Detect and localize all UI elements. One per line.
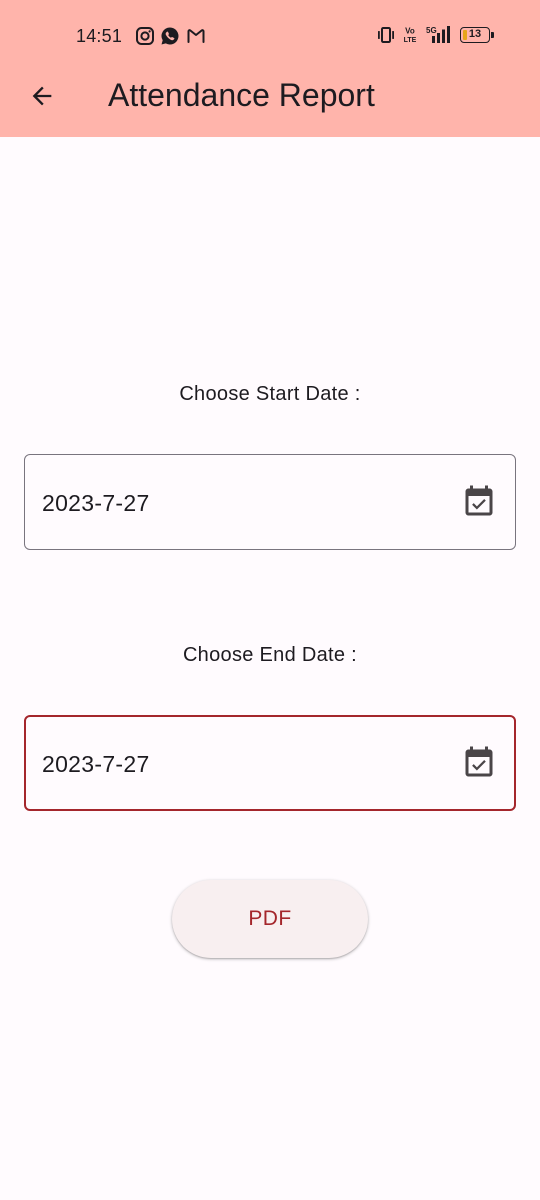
end-date-value: 2023-7-27 bbox=[42, 751, 150, 777]
end-date-field[interactable]: 2023-7-27 bbox=[24, 715, 516, 811]
volte-icon: Vo LTE bbox=[404, 27, 417, 45]
instagram-icon bbox=[136, 27, 154, 45]
battery-level: 13 bbox=[468, 28, 482, 40]
start-date-label: Choose Start Date : bbox=[179, 383, 361, 405]
svg-text:Vo: Vo bbox=[405, 27, 415, 36]
battery-tip bbox=[491, 32, 494, 38]
5g-signal-icon: 5G bbox=[426, 26, 450, 43]
end-date-label: Choose End Date : bbox=[182, 644, 358, 666]
back-button[interactable] bbox=[18, 72, 66, 120]
start-date-field[interactable]: 2023-7-27 bbox=[24, 454, 516, 550]
arrow-left-icon bbox=[32, 86, 52, 106]
status-time: 14:51 bbox=[76, 26, 123, 46]
page-title: Attendance Report bbox=[108, 77, 375, 113]
calendar-check-icon[interactable] bbox=[461, 745, 497, 781]
pdf-button[interactable]: PDF bbox=[172, 880, 368, 958]
whatsapp-icon bbox=[161, 27, 179, 45]
status-bar: 14:51 Vo LTE 5G 13 bbox=[0, 0, 540, 70]
gmail-icon bbox=[187, 29, 205, 43]
app-bar: 14:51 Vo LTE 5G 13 Attendance Report bbox=[0, 0, 540, 137]
svg-text:5G: 5G bbox=[426, 26, 437, 35]
battery-icon: 13 bbox=[460, 27, 490, 43]
svg-text:LTE: LTE bbox=[404, 37, 417, 44]
vibrate-icon bbox=[378, 27, 394, 43]
calendar-check-icon[interactable] bbox=[461, 484, 497, 520]
start-date-value: 2023-7-27 bbox=[42, 490, 150, 516]
